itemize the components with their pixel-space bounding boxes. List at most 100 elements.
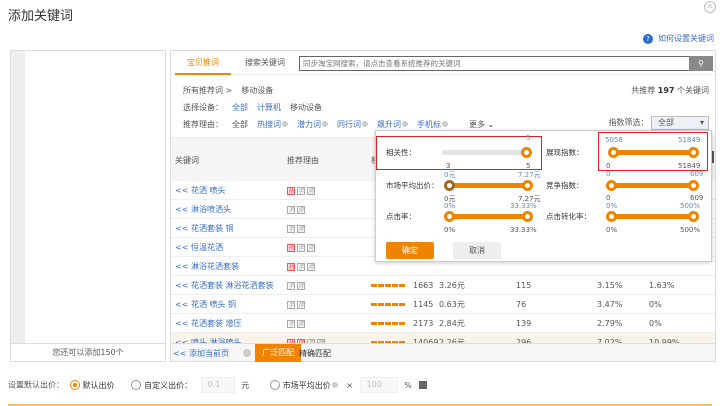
relevance-bar <box>371 322 405 325</box>
keyword-link[interactable]: << 花洒套装 增压 <box>175 314 242 333</box>
cell-value: 2.79% <box>597 319 623 328</box>
ctr-high-handle[interactable] <box>522 211 533 222</box>
reason-mobile[interactable]: 手机标 <box>417 120 448 129</box>
cancel-button[interactable]: 取消 <box>453 242 501 259</box>
cell-value: 2.84元 <box>439 319 465 328</box>
radio-default-bid[interactable]: 默认出价 <box>69 380 115 390</box>
impression-low-handle[interactable] <box>608 147 619 158</box>
device-computer[interactable]: 计算机 <box>257 103 281 112</box>
competition-high-handle[interactable] <box>688 180 699 191</box>
reason-tag: 手 <box>287 300 295 309</box>
cell-value: 1.63% <box>649 281 675 290</box>
cell-value: 139 <box>516 319 532 328</box>
cell-value: 76 <box>516 300 527 309</box>
chevron-down-icon: ⌄ <box>487 120 495 129</box>
tab-search-keyword[interactable]: 搜索关键词 <box>233 51 297 75</box>
reason-hot[interactable]: 热搜词 <box>257 120 288 129</box>
default-bid-settings: 设置默认出价： 默认出价 自定义出价： 0.1 元 市场平均出价 × 100 % <box>8 377 720 393</box>
table-row: << 花洒 喷头 铜 手房 1145 0.63元 76 3.47% 0% <box>171 295 715 314</box>
search-icon[interactable]: ⚲ <box>689 56 713 71</box>
reason-tag: 手 <box>287 205 295 214</box>
keyword-link[interactable]: << 恒温花洒 <box>175 238 223 257</box>
cell-value: 0.63元 <box>439 300 465 309</box>
reason-tag: 房 <box>297 224 305 233</box>
reason-tag: 房 <box>307 186 315 195</box>
cell-value: 3.26元 <box>439 281 465 290</box>
reason-tag: 房 <box>297 205 305 214</box>
exact-match-button[interactable]: 精确匹配 <box>299 348 331 359</box>
cell-value: 115 <box>516 281 532 290</box>
bid-high-handle[interactable] <box>522 180 533 191</box>
caret-down-icon: ▾ <box>699 118 704 127</box>
custom-bid-input[interactable]: 0.1 <box>200 377 235 393</box>
table-row: << 花洒套装 淋浴花洒套装 手房 1663 3.26元 115 3.15% 1.63% <box>171 276 715 295</box>
reason-tag: 热 <box>287 186 295 195</box>
relevance-bar <box>371 303 405 306</box>
device-all[interactable]: 全部 <box>232 103 248 112</box>
scrollbar[interactable] <box>11 51 25 343</box>
index-filter: 指数筛选： 全部 ▾ <box>608 116 709 130</box>
index-filter-popup: 相关性： 5 35 展现指数： 5058 51849 0 51849 市场平均出价：… <box>375 130 712 262</box>
reason-tag: 手 <box>287 224 295 233</box>
relevance-bar <box>371 284 405 287</box>
reason-rising[interactable]: 飙升词 <box>377 120 408 129</box>
reason-tag: 手 <box>297 262 305 271</box>
competition-low-handle[interactable] <box>606 180 617 191</box>
cell-value: 0% <box>649 319 662 328</box>
reason-potential[interactable]: 潜力词 <box>297 120 328 129</box>
help-icon <box>243 349 251 357</box>
cvr-low-handle[interactable] <box>606 211 617 222</box>
relevance-slider-handle[interactable] <box>521 147 532 158</box>
reason-tag: 房 <box>307 243 315 252</box>
help-link[interactable]: ? 如何设置关键词 <box>643 33 714 44</box>
device-mobile[interactable]: 移动设备 <box>290 103 322 112</box>
add-current-page-button[interactable]: << 添加当前页 <box>173 348 229 359</box>
keyword-link[interactable]: << 花洒套装 淋浴花洒套装 <box>175 276 274 295</box>
reason-tag: 手 <box>287 281 295 290</box>
keyword-link[interactable]: << 花洒 喷头 <box>175 181 226 200</box>
tab-item-recommend[interactable]: 宝贝推词 <box>175 51 231 75</box>
reason-label: 推荐理由： <box>183 120 223 129</box>
radio-market-bid[interactable]: 市场平均出价 <box>269 380 338 390</box>
breadcrumb-current: 移动设备 <box>241 86 274 95</box>
keyword-link[interactable]: << 淋浴喷洒头 <box>175 200 231 219</box>
cell-value: 3.47% <box>597 300 623 309</box>
confirm-button[interactable]: 确定 <box>386 242 434 259</box>
device-label: 选择设备： <box>183 103 223 112</box>
selected-keywords-panel: 您还可以添加150个 <box>10 50 166 362</box>
keyword-link[interactable]: << 花洒套装 铜 <box>175 219 234 238</box>
close-icon[interactable]: ✕ <box>704 1 716 13</box>
reason-peer[interactable]: 同行词 <box>337 120 368 129</box>
bid-low-handle[interactable] <box>444 180 455 191</box>
more-button[interactable]: 更多 ⌄ <box>469 120 494 129</box>
question-icon: ? <box>643 34 653 44</box>
percent-input[interactable]: 100 <box>359 377 398 393</box>
calculator-icon[interactable] <box>419 381 428 389</box>
keyword-link[interactable]: << 淋浴花洒套装 <box>175 257 239 276</box>
radio-custom-bid[interactable]: 自定义出价： <box>131 380 192 390</box>
reason-tag: 房 <box>297 281 305 290</box>
index-filter-select[interactable]: 全部 ▾ <box>651 116 709 130</box>
reason-tag: 房 <box>297 319 305 328</box>
broad-match-button[interactable]: 广泛匹配 <box>255 344 301 362</box>
cvr-high-handle[interactable] <box>688 211 699 222</box>
keyword-link[interactable]: << 花洒 喷头 铜 <box>175 295 236 314</box>
reason-tag: 手 <box>297 243 305 252</box>
cell-value: 1145 <box>413 300 434 309</box>
breadcrumb-root[interactable]: 所有推荐词 > <box>183 86 232 95</box>
reason-tag: 热 <box>287 262 295 271</box>
reason-tag: 手 <box>287 319 295 328</box>
cell-value: 2173 <box>413 319 434 328</box>
ctr-low-handle[interactable] <box>444 211 455 222</box>
reason-tag: 房 <box>297 300 305 309</box>
table-row: << 花洒套装 增压 手房 2173 2.84元 139 2.79% 0% <box>171 314 715 333</box>
total-count: 共推荐 197 个关键词 <box>631 86 709 95</box>
cell-value: 1663 <box>413 281 434 290</box>
impression-high-handle[interactable] <box>688 147 699 158</box>
reason-tag: 房 <box>307 262 315 271</box>
reason-tag: 热 <box>287 243 295 252</box>
table-footer: << 添加当前页 广泛匹配 精确匹配 <box>171 343 715 362</box>
cell-value: 0% <box>649 300 662 309</box>
reason-all[interactable]: 全部 <box>232 120 248 129</box>
search-input[interactable]: 同步淘宝网搜索，请点击查看系统推荐的关键词 <box>299 56 697 71</box>
